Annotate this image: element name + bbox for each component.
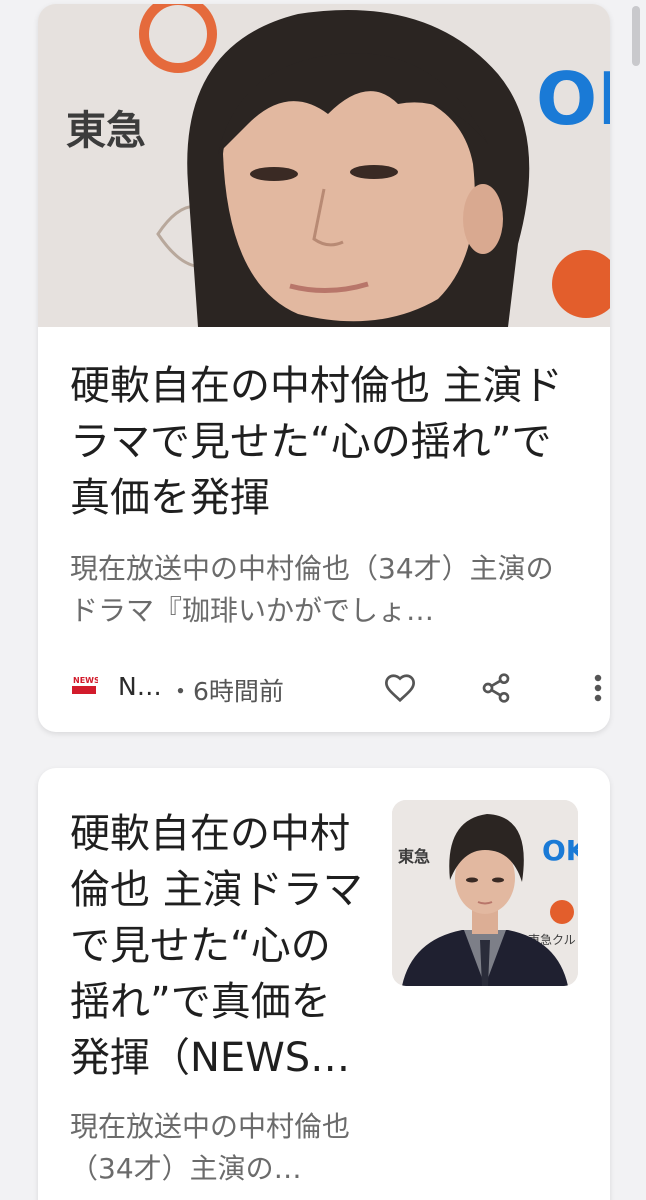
thumbnail-photo: 東急 OK 東急クル [392,800,578,986]
heart-icon [384,674,416,703]
publish-time: ・6時間前 [168,677,284,706]
article-card-large[interactable]: 東急 OK 硬軟自在の中村倫也 主演ドラマで [38,4,610,732]
backdrop-text-1: 東急 [66,108,146,154]
source-logo: NEWSポスト [70,673,124,699]
source-name[interactable]: N… [118,672,162,701]
scrollbar[interactable] [632,6,640,66]
article-snippet[interactable]: 現在放送中の中村倫也（34才）主演のドラマ『珈琲いかがでしょ… [70,548,580,632]
thumb-backdrop-text-1: 東急 [398,847,430,866]
more-vert-icon [594,674,602,702]
news-feed: 東急 OK 硬軟自在の中村倫也 主演ドラマで [0,0,646,1200]
source-logo-text: NEWSポスト [73,675,98,685]
article-thumbnail[interactable]: 東急 OK 東急クル [392,800,578,986]
hero-photo: 東急 OK [38,4,610,327]
thumb-backdrop-text-2: OK [542,834,578,867]
article-title[interactable]: 硬軟自在の中村倫也 主演ドラマで見せた“心の揺れ”で真価を発揮（NEWS… [70,806,370,1086]
more-options-button[interactable] [578,668,610,708]
article-hero-image[interactable]: 東急 OK [38,4,610,327]
backdrop-text-2: OK [536,57,610,141]
like-button[interactable] [380,668,420,708]
share-icon [482,673,510,703]
article-meta-row: NEWSポスト N… ・6時間前 [70,664,610,710]
article-title[interactable]: 硬軟自在の中村倫也 主演ドラマで見せた“心の揺れ”で真価を発揮 [70,358,580,526]
share-button[interactable] [476,668,516,708]
article-snippet[interactable]: 現在放送中の中村倫也（34才）主演の… [70,1106,380,1190]
article-card-compact[interactable]: 硬軟自在の中村倫也 主演ドラマで見せた“心の揺れ”で真価を発揮（NEWS… 東急… [38,768,610,1200]
